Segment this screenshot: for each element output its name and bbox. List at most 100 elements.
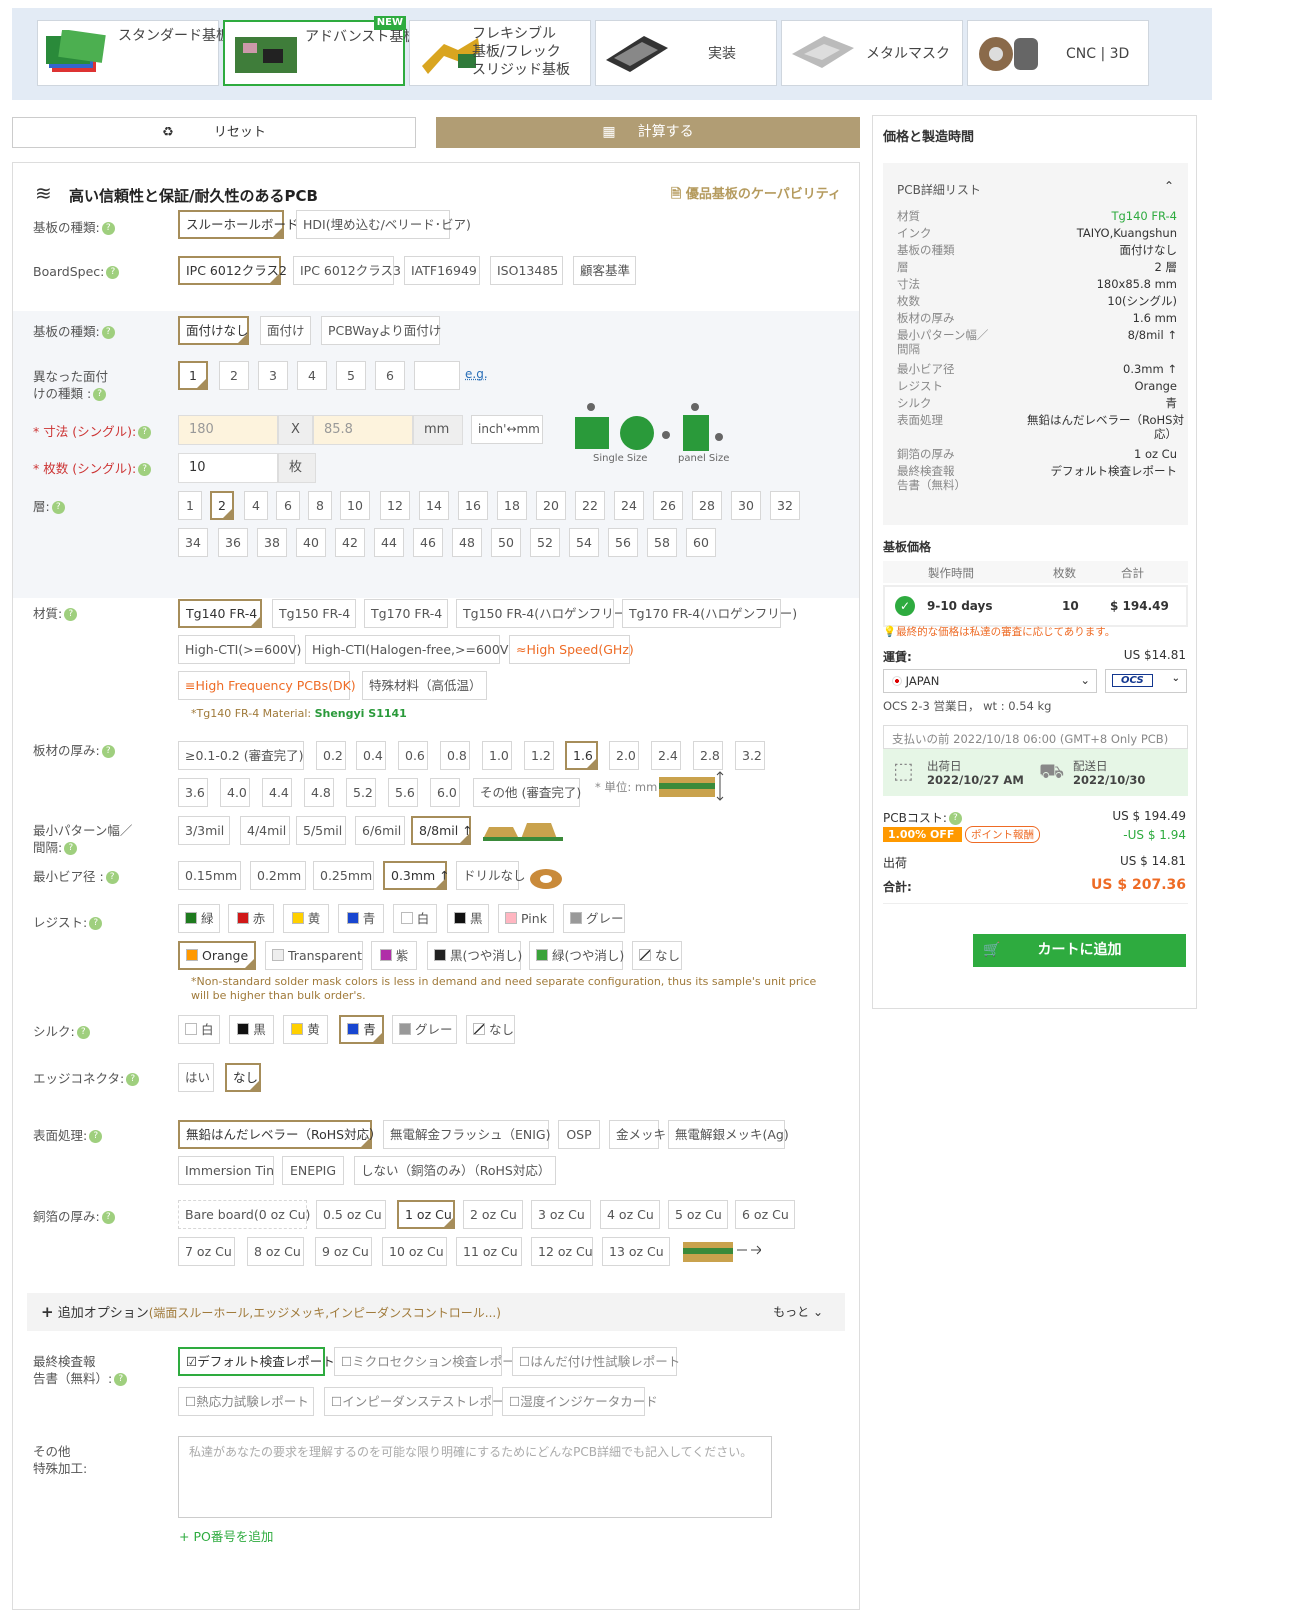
option-panel[interactable]: 面付け: [260, 316, 311, 345]
option-thickness[interactable]: 5.6: [388, 778, 418, 807]
tab-stencil[interactable]: メタルマスク: [781, 20, 963, 86]
option-mask-9[interactable]: Transparent: [265, 941, 363, 970]
option-tg140[interactable]: Tg140 FR-4: [178, 599, 262, 628]
option-layer-16[interactable]: 16: [458, 491, 488, 520]
option-tg150[interactable]: Tg150 FR-4: [272, 599, 356, 628]
tab-flex[interactable]: フレキシブル 基板/フレック スリジッド基板: [409, 20, 591, 86]
option-layer-4[interactable]: 4: [244, 491, 268, 520]
option-default-report[interactable]: ☑デフォルト検査レポート: [178, 1347, 335, 1376]
width-input[interactable]: 180: [178, 415, 278, 445]
option-layer-26[interactable]: 26: [653, 491, 683, 520]
option-layer-44[interactable]: 44: [374, 528, 404, 557]
option-thickness[interactable]: 4.0: [220, 778, 250, 807]
option-copper[interactable]: 1 oz Cu: [397, 1200, 455, 1229]
option-copper[interactable]: 4 oz Cu: [600, 1200, 660, 1229]
option-customer[interactable]: 顧客基準: [573, 256, 636, 285]
option-hdi[interactable]: HDI(埋め込む/ベリード･ビア): [296, 210, 471, 239]
option-thickness[interactable]: 1.0: [482, 741, 512, 770]
option-impedance[interactable]: ☐インピーダンステストレポート: [324, 1387, 517, 1416]
option-copper[interactable]: 0.5 oz Cu: [316, 1200, 386, 1229]
option-silk-4[interactable]: グレー: [392, 1015, 457, 1044]
option-thermal-stress[interactable]: ☐熱応力試験レポート: [178, 1387, 314, 1416]
option-silk-2[interactable]: 黄: [283, 1015, 328, 1044]
option-3mil[interactable]: 3/3mil: [178, 816, 230, 845]
additional-options-bar[interactable]: + 追加オプション(端面スルーホール,エッジメッキ,インピーダンスコントロール.…: [27, 1293, 845, 1331]
option-high-frequency[interactable]: ≡High Frequency PCBs(DK): [178, 671, 356, 700]
option-layer-48[interactable]: 48: [452, 528, 482, 557]
add-to-cart-button[interactable]: 🛒 カートに追加: [973, 934, 1186, 967]
option-diff-4[interactable]: 4: [297, 361, 327, 390]
option-hasl[interactable]: 無鉛はんだレベラー（RoHS対応）: [178, 1120, 382, 1149]
option-copper[interactable]: 8 oz Cu: [247, 1237, 304, 1266]
add-po-link[interactable]: + PO番号を追加: [179, 1526, 273, 1545]
option-iatf[interactable]: IATF16949: [404, 256, 480, 285]
option-through-hole[interactable]: スルーホールボード: [178, 210, 299, 239]
option-solderability[interactable]: ☐はんだ付け性試験レポート: [512, 1347, 680, 1376]
option-no-panel[interactable]: 面付けなし: [178, 316, 249, 345]
option-layer-30[interactable]: 30: [731, 491, 761, 520]
option-thickness[interactable]: その他 (審査完了): [473, 778, 581, 807]
option-diff-2[interactable]: 2: [219, 361, 249, 390]
option-layer-10[interactable]: 10: [340, 491, 370, 520]
option-copper[interactable]: 2 oz Cu: [463, 1200, 523, 1229]
option-diff-5[interactable]: 5: [336, 361, 366, 390]
option-mask-5[interactable]: 黒: [447, 904, 489, 933]
option-copper[interactable]: 5 oz Cu: [668, 1200, 728, 1229]
carrier-select[interactable]: OCS ⌄: [1105, 669, 1187, 693]
option-thickness[interactable]: 0.6: [398, 741, 428, 770]
special-request-textarea[interactable]: 私達があなたの要求を理解するのを可能な限り明確にするためにどんなPCB詳細でも記…: [178, 1436, 772, 1518]
option-layer-58[interactable]: 58: [647, 528, 677, 557]
option-tg170-hf[interactable]: Tg170 FR-4(ハロゲンフリー): [622, 599, 797, 628]
option-thickness[interactable]: 0.8: [440, 741, 470, 770]
option-silk-5[interactable]: なし: [466, 1015, 515, 1044]
option-copper[interactable]: 11 oz Cu: [456, 1237, 522, 1266]
option-thickness[interactable]: 1.2: [524, 741, 554, 770]
option-copper[interactable]: 3 oz Cu: [531, 1200, 591, 1229]
option-high-cti[interactable]: High-CTI(>=600V): [178, 635, 301, 664]
tab-cnc[interactable]: CNC | 3D: [967, 20, 1149, 86]
option-silver[interactable]: 無電解銀メッキ(Ag): [668, 1120, 789, 1149]
option-mask-13[interactable]: なし: [632, 941, 682, 970]
collapse-icon[interactable]: ⌃: [1164, 179, 1174, 193]
option-layer-22[interactable]: 22: [575, 491, 605, 520]
option-mask-0[interactable]: 緑: [178, 904, 220, 933]
option-4mil[interactable]: 4/4mil: [240, 816, 290, 845]
option-high-cti-hf[interactable]: High-CTI(Halogen-free,>=600V): [305, 635, 513, 664]
option-copper[interactable]: 12 oz Cu: [531, 1237, 593, 1266]
option-thickness[interactable]: 0.2: [316, 741, 346, 770]
option-layer-42[interactable]: 42: [335, 528, 365, 557]
option-mask-1[interactable]: 赤: [228, 904, 274, 933]
qty-input[interactable]: 10: [178, 453, 278, 483]
option-layer-60[interactable]: 60: [686, 528, 716, 557]
option-mask-10[interactable]: 紫: [371, 941, 417, 970]
option-layer-6[interactable]: 6: [276, 491, 300, 520]
option-layer-54[interactable]: 54: [569, 528, 599, 557]
option-thickness[interactable]: ≥0.1-0.2 (審査完了): [178, 741, 304, 770]
tab-standard[interactable]: スタンダード基板: [37, 20, 230, 86]
option-high-speed[interactable]: ≈High Speed(GHz): [509, 635, 634, 664]
option-osp[interactable]: OSP: [558, 1120, 600, 1149]
option-thickness[interactable]: 3.6: [178, 778, 208, 807]
option-thickness[interactable]: 4.8: [304, 778, 334, 807]
option-pcbway-panel[interactable]: PCBWayより面付け: [321, 316, 441, 345]
option-ipc-class2[interactable]: IPC 6012クラス2: [178, 256, 287, 285]
option-layer-8[interactable]: 8: [308, 491, 332, 520]
option-no-drill[interactable]: ドリルなし: [456, 861, 526, 890]
calculate-button[interactable]: ▦ 計算する: [436, 117, 860, 148]
option-mask-7[interactable]: グレー: [563, 904, 625, 933]
option-layer-46[interactable]: 46: [413, 528, 443, 557]
option-mask-3[interactable]: 青: [338, 904, 384, 933]
option-layer-20[interactable]: 20: [536, 491, 566, 520]
option-copper[interactable]: 6 oz Cu: [735, 1200, 795, 1229]
option-mask-2[interactable]: 黄: [283, 904, 329, 933]
option-edge-yes[interactable]: はい: [178, 1063, 214, 1092]
option-tg170[interactable]: Tg170 FR-4: [364, 599, 448, 628]
option-tg150-hf[interactable]: Tg150 FR-4(ハロゲンフリー): [456, 599, 631, 628]
tab-advanced[interactable]: アドバンスト基板 NEW: [223, 16, 417, 86]
option-8mil[interactable]: 8/8mil ↑: [411, 816, 473, 845]
option-015mm[interactable]: 0.15mm: [178, 861, 241, 890]
option-layer-14[interactable]: 14: [419, 491, 449, 520]
option-microsection[interactable]: ☐ミクロセクション検査レポート: [334, 1347, 527, 1376]
option-layer-56[interactable]: 56: [608, 528, 638, 557]
option-thickness[interactable]: 2.8: [693, 741, 723, 770]
